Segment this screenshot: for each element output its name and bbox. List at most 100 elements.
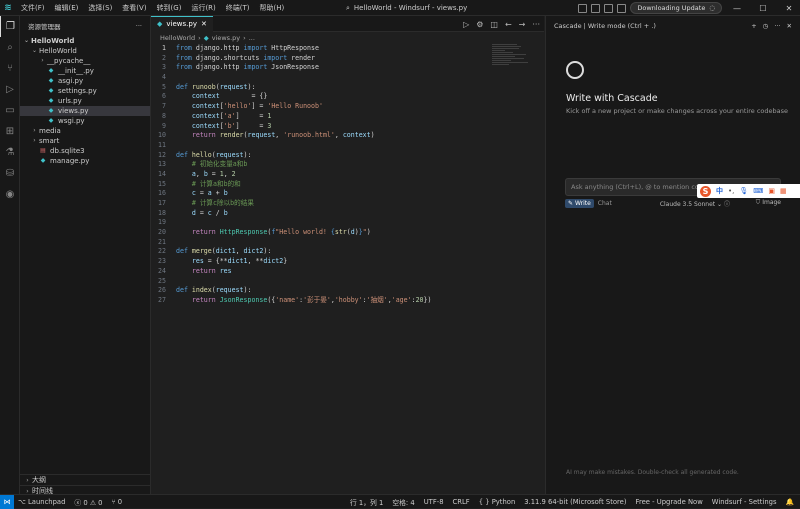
more-actions-icon[interactable]: ··· xyxy=(136,22,142,30)
code-line[interactable]: 16 c = a + b xyxy=(151,189,544,199)
close-button[interactable]: ✕ xyxy=(778,4,800,13)
chat-mode-button[interactable]: Chat xyxy=(598,200,612,207)
cursor-position[interactable]: 行 1，列 1 xyxy=(350,497,383,507)
problems-item[interactable]: ⓧ 0 ⚠ 0 xyxy=(74,497,102,507)
code-line[interactable]: 19 xyxy=(151,218,544,228)
tree-root[interactable]: ⌄ HelloWorld xyxy=(20,36,150,46)
menu-item[interactable]: 编辑(E) xyxy=(50,0,84,16)
toggle-panel-icon[interactable] xyxy=(591,3,601,13)
code-line[interactable]: 27 return JsonResponse({'name': '彭于晏','ho… xyxy=(151,296,544,306)
file-item[interactable]: ◆ settings.py xyxy=(20,86,150,96)
breadcrumb-item[interactable]: ... xyxy=(249,34,255,42)
toolbox-icon[interactable]: ▦ xyxy=(780,187,787,195)
menu-item[interactable]: 终端(T) xyxy=(221,0,255,16)
code-line[interactable]: 22 def merge(dict1, dict2): xyxy=(151,247,544,257)
back-icon[interactable]: ← xyxy=(505,20,512,29)
file-item[interactable]: ◆ wsgi.py xyxy=(20,116,150,126)
code-line[interactable]: 7 context['hello'] = 'Hello Runoob' xyxy=(151,102,544,112)
code-line[interactable]: 15 # 计算a和b的和 xyxy=(151,180,544,190)
launchpad-item[interactable]: ⌥ Launchpad xyxy=(18,498,65,506)
language-mode[interactable]: { } Python xyxy=(479,498,516,506)
code-line[interactable]: 21 xyxy=(151,238,544,248)
code-line[interactable]: 18 d = c / b xyxy=(151,209,544,219)
line-endings[interactable]: CRLF xyxy=(453,498,470,506)
search-icon[interactable]: ⌕ xyxy=(0,37,20,58)
close-icon[interactable]: ✕ xyxy=(787,22,792,30)
layout-icon[interactable] xyxy=(617,3,627,13)
ports-item[interactable]: ⑂ 0 xyxy=(111,498,122,506)
file-item[interactable]: ◆ __init__.py xyxy=(20,66,150,76)
code-line[interactable]: 10 return render(request, 'runoob.html',… xyxy=(151,131,544,141)
menu-item[interactable]: 文件(F) xyxy=(16,0,50,16)
maximize-button[interactable]: ☐ xyxy=(752,4,774,13)
keyboard-icon[interactable]: ⌨ xyxy=(753,187,763,195)
code-line[interactable]: 2 from django.shortcuts import render xyxy=(151,54,544,64)
encoding[interactable]: UTF-8 xyxy=(424,498,444,506)
file-item[interactable]: ◆ asgi.py xyxy=(20,76,150,86)
microphone-icon[interactable]: 🎙 xyxy=(739,187,748,195)
menu-item[interactable]: 选择(S) xyxy=(83,0,117,16)
code-line[interactable]: 4 xyxy=(151,73,544,83)
update-badge[interactable]: Downloading Update ◌ xyxy=(630,2,722,14)
code-line[interactable]: 14 a, b = 1, 2 xyxy=(151,170,544,180)
menu-item[interactable]: 帮助(H) xyxy=(255,0,290,16)
minimap[interactable] xyxy=(492,44,534,74)
run-icon[interactable]: ▷ xyxy=(463,20,469,29)
code-line[interactable]: 13 # 初始化变量a和b xyxy=(151,160,544,170)
file-item[interactable]: ◆ urls.py xyxy=(20,96,150,106)
source-control-icon[interactable]: ⑂ xyxy=(0,58,20,79)
split-editor-icon[interactable]: ◫ xyxy=(490,20,498,29)
file-item[interactable]: ◆ views.py xyxy=(20,106,150,116)
punctuation-icon[interactable]: •, xyxy=(728,187,734,195)
code-line[interactable]: 12 def hello(request): xyxy=(151,151,544,161)
folder-item[interactable]: › media xyxy=(20,126,150,136)
code-line[interactable]: 26 def index(request): xyxy=(151,286,544,296)
ime-toolbar[interactable]: S 中 •, 🎙 ⌨ ▣ ▦ xyxy=(697,184,800,198)
outline-section[interactable]: › 大纲 xyxy=(20,474,151,485)
command-center[interactable]: ⌕ HelloWorld - Windsurf - views.py xyxy=(346,2,546,14)
indentation[interactable]: 空格: 4 xyxy=(392,497,414,507)
close-tab-icon[interactable]: ✕ xyxy=(201,20,207,28)
menu-item[interactable]: 转到(G) xyxy=(152,0,187,16)
upgrade-link[interactable]: Free - Upgrade Now xyxy=(636,498,703,506)
code-line[interactable]: 1 from django.http import HttpResponse xyxy=(151,44,544,54)
tab-views-py[interactable]: ◆ views.py ✕ xyxy=(151,15,213,32)
testing-icon[interactable]: ⚗ xyxy=(0,142,20,163)
python-interpreter[interactable]: 3.11.9 64-bit (Microsoft Store) xyxy=(524,498,626,506)
code-line[interactable]: 20 return HttpResponse(f "Hello world! {s… xyxy=(151,228,544,238)
forward-icon[interactable]: → xyxy=(519,20,526,29)
remote-indicator-icon[interactable]: ⋈ xyxy=(0,494,14,509)
code-view[interactable]: 1 from django.http import HttpResponse 2 fr… xyxy=(151,44,544,306)
code-line[interactable]: 11 xyxy=(151,141,544,151)
new-chat-icon[interactable]: + xyxy=(751,22,756,30)
model-selector[interactable]: Claude 3.5 Sonnet ⌄ ⓘ xyxy=(660,199,730,208)
history-icon[interactable]: ◷ xyxy=(763,22,769,30)
remote-explorer-icon[interactable]: ▭ xyxy=(0,100,20,121)
extensions-icon[interactable]: ⊞ xyxy=(0,121,20,142)
run-debug-icon[interactable]: ▷ xyxy=(0,79,20,100)
code-line[interactable]: 23 res = {** dict1, ** dict2} xyxy=(151,257,544,267)
code-line[interactable]: 8 context['a'] = 1 xyxy=(151,112,544,122)
folder-item[interactable]: › smart xyxy=(20,136,150,146)
file-item[interactable]: ▤ db.sqlite3 xyxy=(20,146,150,156)
menu-item[interactable]: 查看(V) xyxy=(117,0,151,16)
windsurf-icon[interactable]: ◉ xyxy=(0,184,20,205)
more-actions-icon[interactable]: ··· xyxy=(532,20,540,29)
code-line[interactable]: 5 def runoob(request): xyxy=(151,83,544,93)
minimize-button[interactable]: — xyxy=(726,4,748,13)
code-line[interactable]: 25 xyxy=(151,277,544,287)
code-line[interactable]: 3 from django.http import JsonResponse xyxy=(151,63,544,73)
code-line[interactable]: 9 context['b'] = 3 xyxy=(151,122,544,132)
toggle-sidebar-icon[interactable] xyxy=(578,3,588,13)
code-line[interactable]: 24 return res xyxy=(151,267,544,277)
folder-item[interactable]: › __pycache__ xyxy=(20,56,150,66)
write-mode-button[interactable]: ✎ Write xyxy=(565,198,594,208)
settings-icon[interactable]: ⚙ xyxy=(476,20,483,29)
image-button[interactable]: ⛉ Image xyxy=(756,199,781,207)
code-line[interactable]: 6 context = {} xyxy=(151,92,544,102)
skin-icon[interactable]: ▣ xyxy=(768,187,775,195)
code-line[interactable]: 17 # 计算c除以b的结果 xyxy=(151,199,544,209)
database-icon[interactable]: ⛁ xyxy=(0,163,20,184)
folder-item[interactable]: ⌄ HelloWorld xyxy=(20,46,150,56)
more-actions-icon[interactable]: ··· xyxy=(774,22,780,30)
